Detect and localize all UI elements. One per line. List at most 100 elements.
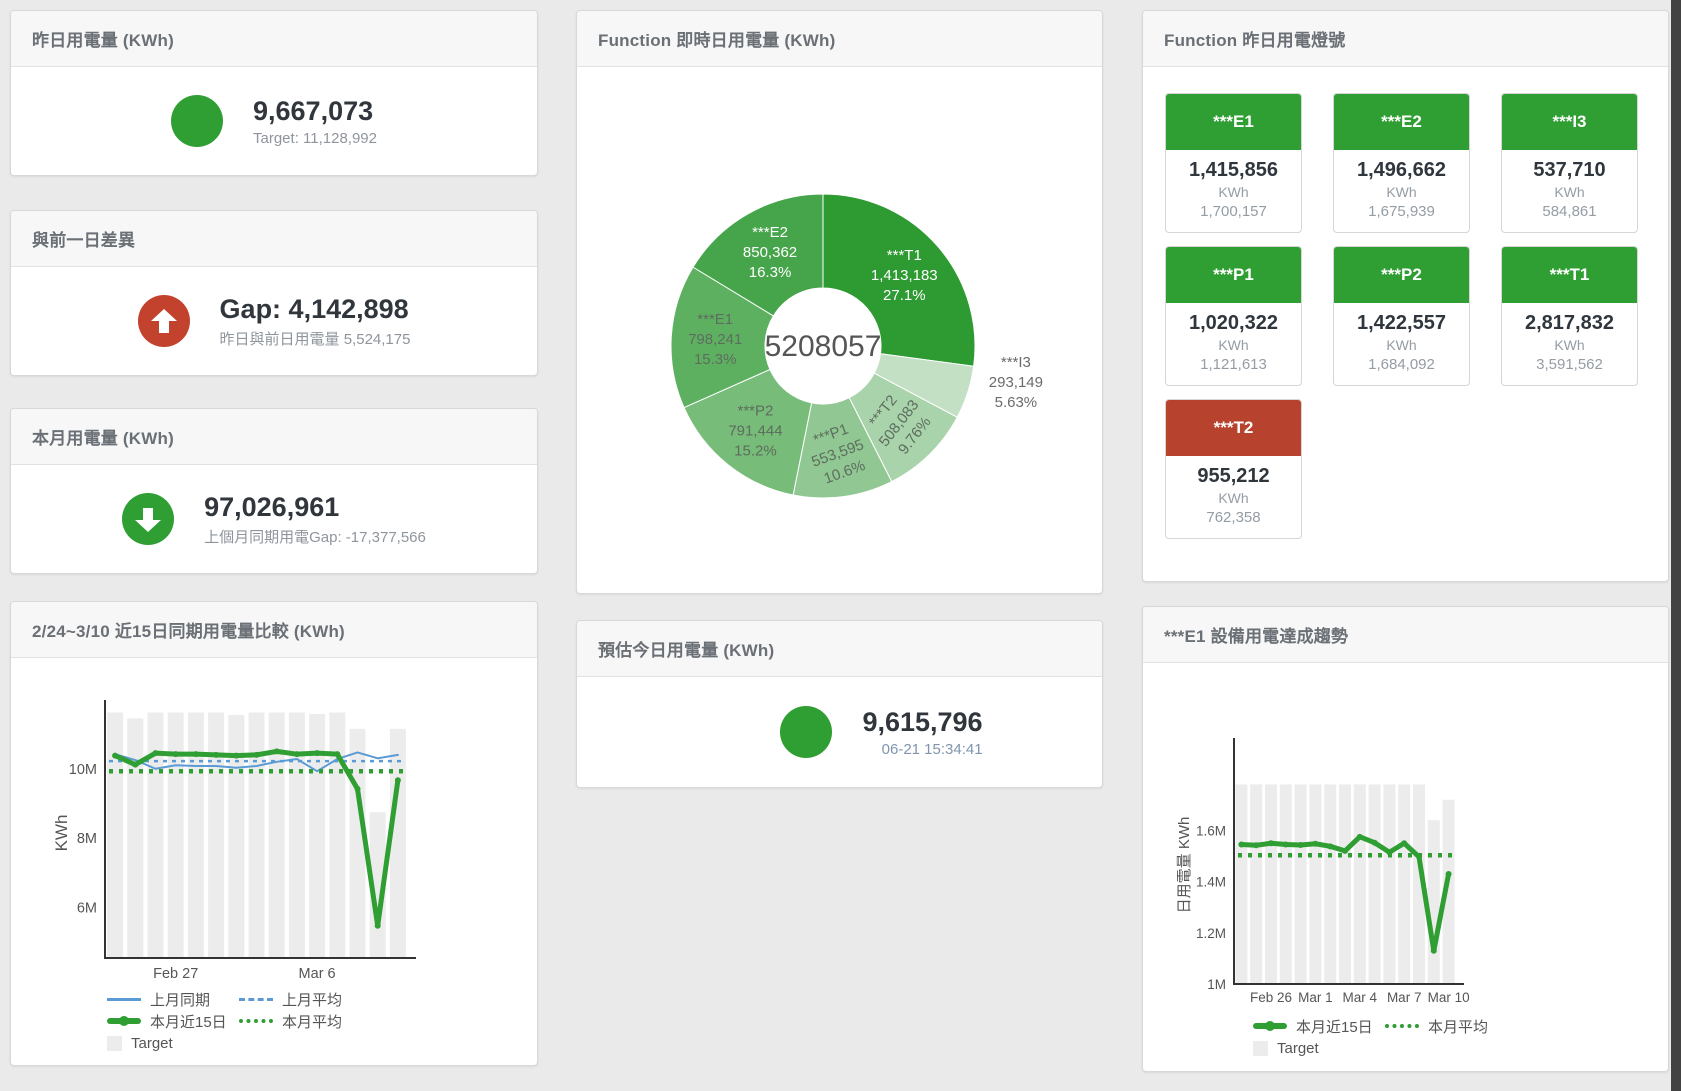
function-usage-donut-chart: ***T11,413,18327.1%***I3293,1495.63%***T… bbox=[577, 67, 1103, 594]
donut-slice-label: ***E2 bbox=[752, 224, 788, 241]
lamp-body: 1,422,557 KWh 1,684,092 bbox=[1334, 303, 1469, 385]
x-tick-label: Mar 4 bbox=[1343, 990, 1378, 1005]
target-bar bbox=[1295, 784, 1307, 984]
lamp-status-header: ***T1 bbox=[1502, 247, 1637, 303]
kpi-target: Target: 11,128,992 bbox=[253, 130, 377, 147]
card-title: 本月用電量 (KWh) bbox=[32, 424, 174, 449]
legend-swatch-thick bbox=[1253, 1023, 1287, 1029]
card-yesterday-usage: 昨日用電量 (KWh) 9,667,073 Target: 11,128,992 bbox=[10, 10, 538, 176]
target-bar bbox=[1398, 784, 1410, 984]
lamp-value: 1,422,557 bbox=[1336, 312, 1467, 335]
x-tick-label: Feb 27 bbox=[153, 966, 198, 982]
y-tick-label: 10M bbox=[69, 762, 97, 778]
card-title: Function 即時日用電量 (KWh) bbox=[598, 26, 835, 51]
kpi-value: 97,026,961 bbox=[204, 492, 426, 523]
chart-legend: 上月同期上月平均本月近15日本月平均Target bbox=[107, 990, 342, 1052]
lamp-body: 537,710KWh584,861 bbox=[1502, 150, 1637, 232]
target-bar bbox=[168, 713, 184, 958]
legend-item: 上月同期 bbox=[107, 989, 239, 1010]
card-header: 本月用電量 (KWh) bbox=[11, 409, 537, 465]
donut-slice-label: ***P2 bbox=[738, 402, 774, 419]
donut-slice-label: 5.63% bbox=[995, 394, 1038, 411]
lamp-card-I3[interactable]: ***I3537,710KWh584,861 bbox=[1501, 93, 1638, 233]
scrollbar[interactable] bbox=[1671, 0, 1681, 1091]
green-status-circle-icon bbox=[780, 706, 832, 758]
lamp-card-P1[interactable]: ***P11,020,322KWh1,121,613 bbox=[1165, 246, 1302, 386]
legend-swatch-dotted bbox=[239, 1019, 273, 1023]
lamp-body: 2,817,832KWh3,591,562 bbox=[1502, 303, 1637, 385]
lamp-unit: KWh bbox=[1504, 337, 1635, 353]
kpi-value: Gap: 4,142,898 bbox=[220, 294, 411, 325]
lamp-value: 955,212 bbox=[1168, 465, 1299, 488]
lamp-body: 1,415,856KWh1,700,157 bbox=[1166, 150, 1301, 232]
legend-swatch-box bbox=[1253, 1041, 1268, 1056]
legend-swatch-dashed bbox=[239, 998, 273, 1001]
target-bar bbox=[127, 718, 143, 958]
lamp-unit: KWh bbox=[1504, 184, 1635, 200]
donut-slice-label: 850,362 bbox=[743, 244, 797, 261]
legend-item: Target bbox=[1253, 1040, 1385, 1057]
donut-slice-label: ***T1 bbox=[887, 247, 922, 264]
lamp-card-P2[interactable]: ***P2 1,422,557 KWh 1,684,092 bbox=[1333, 246, 1470, 386]
lamp-unit: KWh bbox=[1168, 184, 1299, 200]
target-bar bbox=[1369, 784, 1381, 984]
lamp-card-E2[interactable]: ***E21,496,662KWh1,675,939 bbox=[1333, 93, 1470, 233]
y-tick-label: 1M bbox=[1207, 977, 1226, 992]
lamp-card-E1[interactable]: ***E11,415,856KWh1,700,157 bbox=[1165, 93, 1302, 233]
donut-slice-label: 798,241 bbox=[688, 331, 742, 348]
target-bar bbox=[1235, 784, 1247, 984]
kpi-value: 9,667,073 bbox=[253, 96, 377, 127]
target-bar bbox=[329, 713, 345, 958]
target-bar bbox=[249, 713, 265, 958]
legend-label: 本月平均 bbox=[282, 1011, 342, 1032]
y-axis-label: KWh bbox=[52, 815, 71, 852]
legend-item: Target bbox=[107, 1035, 239, 1052]
lamp-status-header: ***E1 bbox=[1166, 94, 1301, 150]
green-status-circle-icon bbox=[171, 95, 223, 147]
y-tick-label: 1.4M bbox=[1196, 875, 1226, 890]
card-header: Function 即時日用電量 (KWh) bbox=[577, 11, 1102, 67]
x-tick-label: Mar 7 bbox=[1387, 990, 1422, 1005]
legend-swatch-dotted bbox=[1385, 1024, 1419, 1028]
y-tick-label: 1.6M bbox=[1196, 823, 1226, 838]
lamp-target: 1,121,613 bbox=[1168, 356, 1299, 373]
donut-slice-label: 16.3% bbox=[749, 264, 792, 281]
card-e1-trend-chart: ***E1 設備用電達成趨勢 1M1.2M1.4M1.6MFeb 26Mar 1… bbox=[1142, 606, 1669, 1072]
legend-item: 本月平均 bbox=[239, 1011, 342, 1032]
card-header: 與前一日差異 bbox=[11, 211, 537, 267]
card-month-usage: 本月用電量 (KWh) 97,026,961 上個月同期用電Gap: -17,3… bbox=[10, 408, 538, 574]
lamp-body: 1,020,322KWh1,121,613 bbox=[1166, 303, 1301, 385]
legend-swatch-line bbox=[107, 998, 141, 1001]
donut-slice-label: 791,444 bbox=[728, 422, 782, 439]
lamp-target: 1,684,092 bbox=[1336, 356, 1467, 373]
legend-item: 本月近15日 bbox=[107, 1011, 239, 1032]
legend-label: 本月近15日 bbox=[1296, 1016, 1373, 1037]
lamp-status-header: ***P2 bbox=[1334, 247, 1469, 303]
e1-trend-line-chart: 1M1.2M1.4M1.6MFeb 26Mar 1Mar 4Mar 7Mar 1… bbox=[1143, 661, 1669, 1011]
lamp-body: 1,496,662KWh1,675,939 bbox=[1334, 150, 1469, 232]
legend-item: 本月平均 bbox=[1385, 1016, 1488, 1037]
lamp-status-header: ***T2 bbox=[1166, 400, 1301, 456]
lamp-target: 1,675,939 bbox=[1336, 203, 1467, 220]
target-bar bbox=[107, 713, 123, 958]
card-header: ***E1 設備用電達成趨勢 bbox=[1143, 607, 1668, 663]
x-tick-label: Mar 10 bbox=[1428, 990, 1470, 1005]
lamp-target: 762,358 bbox=[1168, 509, 1299, 526]
lamp-value: 537,710 bbox=[1504, 159, 1635, 182]
target-bar bbox=[1383, 784, 1395, 984]
lamp-card-T1[interactable]: ***T12,817,832KWh3,591,562 bbox=[1501, 246, 1638, 386]
x-tick-label: Mar 6 bbox=[299, 966, 336, 982]
donut-slice-label: 27.1% bbox=[883, 287, 926, 304]
kpi-timestamp: 06-21 15:34:41 bbox=[862, 741, 982, 758]
donut-slice-label: ***E1 bbox=[697, 311, 733, 328]
donut-slice-label: ***I3 bbox=[1001, 354, 1031, 371]
legend-label: Target bbox=[131, 1035, 173, 1052]
arrow-up-icon bbox=[138, 295, 190, 347]
card-title: ***E1 設備用電達成趨勢 bbox=[1164, 622, 1348, 647]
donut-center-total: 5208057 bbox=[765, 330, 882, 363]
lamp-card-T2[interactable]: ***T2955,212KWh762,358 bbox=[1165, 399, 1302, 539]
compare-15day-line-chart: 6M8M10MFeb 27Mar 6KWh bbox=[11, 656, 538, 986]
lamp-unit: KWh bbox=[1336, 337, 1467, 353]
lamp-status-header: ***P1 bbox=[1166, 247, 1301, 303]
card-header: Function 昨日用電燈號 bbox=[1143, 11, 1668, 67]
